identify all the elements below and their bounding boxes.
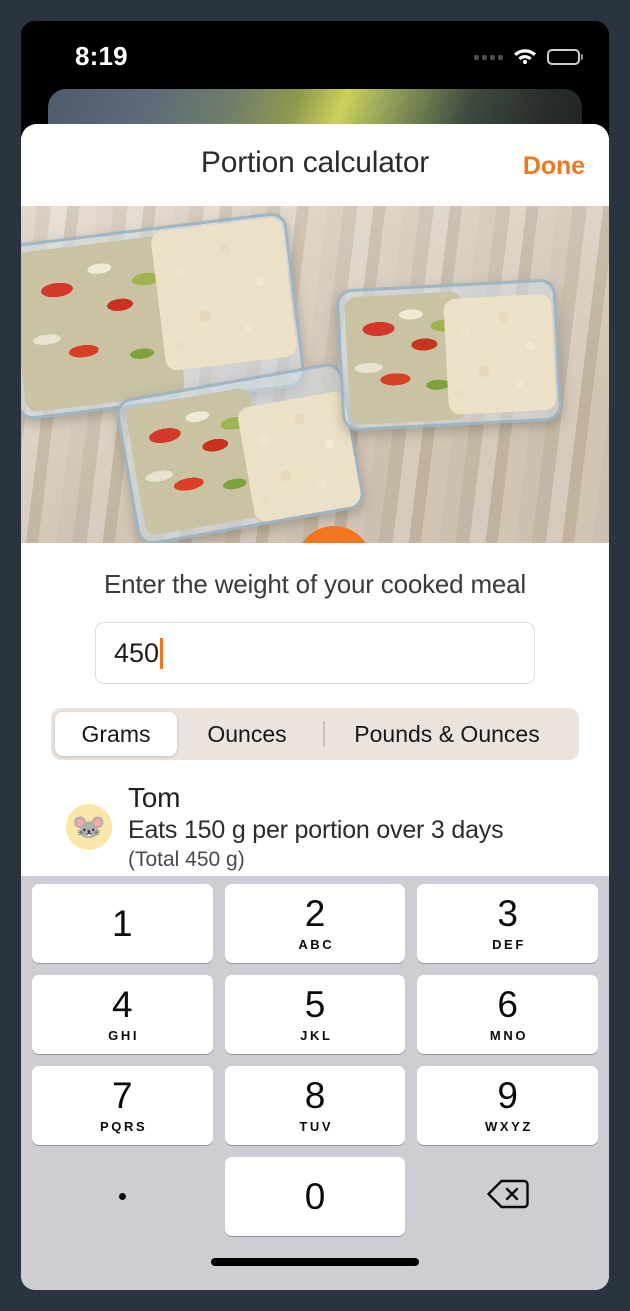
home-indicator: [211, 1258, 419, 1266]
video-player[interactable]: [21, 206, 609, 543]
unit-option-ounces[interactable]: Ounces: [177, 712, 317, 756]
unit-segmented-control[interactable]: Grams Ounces Pounds & Ounces: [51, 708, 579, 760]
battery-full-icon: [547, 49, 583, 65]
phone-screen: 8:19 Portion calculator Done Enter the w…: [21, 21, 609, 1290]
key-8-digit: 8: [304, 1075, 326, 1116]
person-portion-row[interactable]: 🐭 Tom Eats 150 g per portion over 3 days…: [21, 782, 609, 872]
keypad-row-1: 1 2 ABC 3 DEF: [27, 884, 603, 963]
key-3-digit: 3: [497, 893, 518, 934]
meal-container-3: [335, 278, 563, 432]
portion-calculator-sheet: Portion calculator Done Enter the weight…: [21, 124, 609, 1290]
weight-input-label: Enter the weight of your cooked meal: [103, 569, 527, 599]
key-9[interactable]: 9 WXYZ: [417, 1066, 599, 1145]
person-info: Tom Eats 150 g per portion over 3 days (…: [128, 782, 504, 872]
key-5-digit: 5: [304, 984, 326, 1025]
key-9-letters: WXYZ: [485, 1119, 533, 1134]
keypad-row-3: 7 PQRS 8 TUV 9 WXYZ: [27, 1066, 603, 1145]
key-1[interactable]: 1: [32, 884, 213, 963]
key-decimal[interactable]: [32, 1157, 213, 1236]
person-portion-detail: Eats 150 g per portion over 3 days: [128, 816, 504, 844]
key-5[interactable]: 5 JKL: [224, 975, 406, 1054]
person-total-weight: (Total 450 g): [128, 848, 245, 871]
delete-backspace-icon: [486, 1178, 529, 1215]
status-bar: 8:19: [21, 21, 609, 87]
unit-option-grams[interactable]: Grams: [55, 712, 177, 756]
key-7[interactable]: 7 PQRS: [32, 1066, 213, 1145]
text-cursor: [160, 637, 164, 669]
decimal-point-icon: [118, 1193, 126, 1200]
done-button[interactable]: Done: [523, 152, 585, 181]
key-4[interactable]: 4 GHI: [32, 975, 213, 1054]
key-2[interactable]: 2 ABC: [224, 884, 406, 963]
keypad-row-2: 4 GHI 5 JKL 6 MNO: [27, 975, 603, 1054]
key-6[interactable]: 6 MNO: [417, 975, 599, 1054]
numeric-keypad[interactable]: 1 2 ABC 3 DEF 4 GHI 5 JKL 6 MNO 7 PQRS 8…: [21, 876, 609, 1290]
key-6-letters: MNO: [489, 1028, 529, 1043]
key-1-digit: 1: [112, 903, 133, 944]
key-7-letters: PQRS: [100, 1119, 148, 1134]
key-3-letters: DEF: [492, 937, 526, 952]
sheet-header: Portion calculator Done: [21, 124, 609, 206]
key-4-digit: 4: [112, 984, 133, 1025]
weight-form: Enter the weight of your cooked meal 450…: [21, 543, 609, 872]
unit-option-pounds-ounces[interactable]: Pounds & Ounces: [317, 712, 577, 756]
wifi-icon: [512, 45, 538, 69]
key-8[interactable]: 8 TUV: [224, 1066, 406, 1145]
page-title: Portion calculator: [200, 146, 430, 179]
key-0-digit: 0: [304, 1176, 326, 1217]
key-8-letters: TUV: [299, 1119, 334, 1134]
key-7-digit: 7: [112, 1075, 133, 1116]
key-2-digit: 2: [304, 893, 326, 934]
key-5-letters: JKL: [300, 1028, 333, 1043]
key-4-letters: GHI: [108, 1028, 140, 1043]
key-3[interactable]: 3 DEF: [417, 884, 599, 963]
device-frame: 8:19 Portion calculator Done Enter the w…: [0, 0, 630, 1311]
person-name: Tom: [128, 782, 181, 813]
weight-input-value: 450: [114, 637, 160, 668]
key-delete[interactable]: [417, 1157, 598, 1236]
key-2-letters: ABC: [298, 937, 335, 952]
keypad-row-4: 0: [27, 1157, 603, 1236]
status-bar-indicators: [474, 45, 583, 69]
segment-divider: [323, 721, 325, 747]
status-bar-time: 8:19: [75, 41, 128, 71]
signal-dots-icon: [474, 54, 503, 60]
key-0[interactable]: 0: [224, 1157, 406, 1236]
key-9-digit: 9: [497, 1075, 518, 1116]
weight-input[interactable]: 450: [95, 622, 535, 684]
key-6-digit: 6: [497, 984, 518, 1025]
mouse-face-avatar: 🐭: [66, 804, 112, 850]
